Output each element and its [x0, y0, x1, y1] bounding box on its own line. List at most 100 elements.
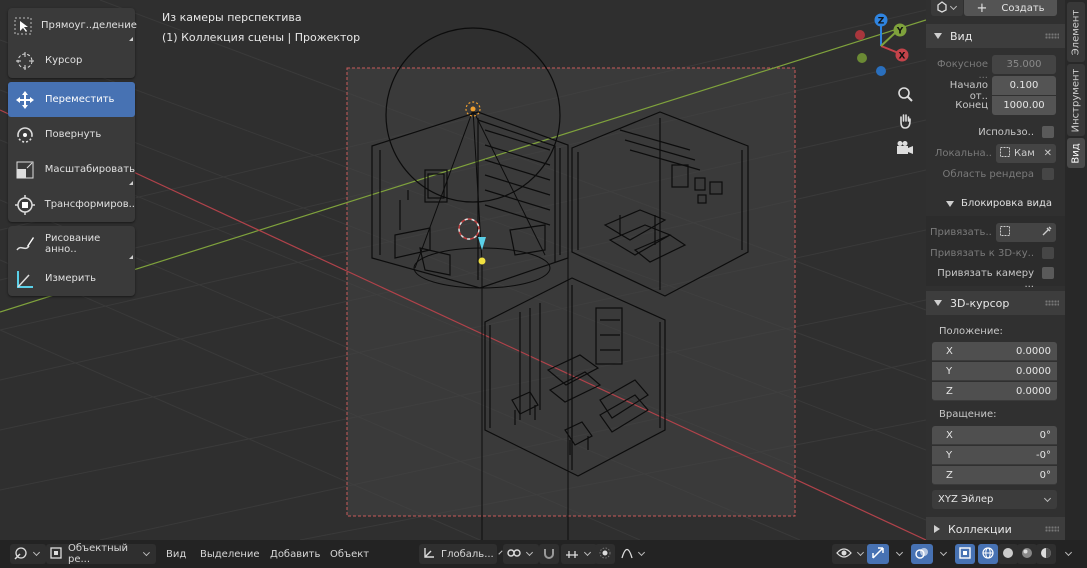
- select-box-icon: [14, 15, 32, 37]
- menu-select[interactable]: Выделение: [196, 544, 264, 564]
- view-lock-subpanel-header[interactable]: Блокировка вида: [946, 198, 1052, 209]
- tab-tool[interactable]: Инструмент: [1067, 64, 1085, 136]
- shading-material-button[interactable]: [1017, 544, 1037, 564]
- overlays-toggle[interactable]: [911, 544, 933, 564]
- eyedropper-icon[interactable]: [1042, 226, 1052, 239]
- gizmo-options-dropdown[interactable]: [887, 544, 909, 564]
- gizmo-neg-y-icon[interactable]: [857, 53, 867, 63]
- tool-scale[interactable]: Масштабировать: [8, 152, 135, 187]
- view-lock-title: Блокировка вида: [961, 198, 1053, 209]
- tool-annotate[interactable]: Рисование анно..: [8, 226, 135, 261]
- drag-grip-icon[interactable]: [1045, 33, 1059, 39]
- 3d-cursor-panel-header[interactable]: 3D-курсор: [926, 291, 1065, 315]
- tool-move[interactable]: Переместить: [8, 82, 135, 117]
- collapse-triangle-icon: [934, 33, 942, 39]
- pivot-link-icon: [507, 547, 521, 562]
- transform-orientation-select[interactable]: Глобаль...: [419, 544, 503, 564]
- view-panel-header[interactable]: Вид: [926, 24, 1065, 48]
- gizmo-x-label: X: [899, 52, 906, 62]
- overlays-options-dropdown[interactable]: [931, 544, 953, 564]
- chevron-down-icon: [949, 2, 957, 11]
- proportional-edit-toggle[interactable]: [595, 544, 615, 564]
- drag-grip-icon[interactable]: [1045, 300, 1059, 306]
- orientation-value: Глобаль...: [441, 548, 494, 560]
- xray-toggle[interactable]: [955, 544, 975, 564]
- snap-target-select[interactable]: [561, 544, 597, 564]
- collection-dropdown[interactable]: [931, 0, 963, 16]
- light-target-point[interactable]: [478, 257, 486, 265]
- collections-panel-header[interactable]: Коллекции: [926, 517, 1065, 541]
- tool-transform[interactable]: Трансформиров..: [8, 187, 135, 222]
- camera-view-icon[interactable]: [894, 137, 916, 159]
- use-local-camera-checkbox[interactable]: [1042, 126, 1054, 138]
- render-region-checkbox[interactable]: [1042, 168, 1054, 180]
- tab-view-label: Вид: [1070, 142, 1082, 164]
- rotation-label: Вращение:: [939, 409, 997, 420]
- shading-solid-button[interactable]: [998, 544, 1018, 564]
- location-z-field[interactable]: Z 0.0000: [932, 382, 1057, 401]
- rotation-z-field[interactable]: Z 0°: [932, 466, 1057, 485]
- clear-x-icon[interactable]: ✕: [1044, 148, 1052, 159]
- gizmo-neg-x-icon[interactable]: [855, 30, 865, 40]
- tab-tool-label: Инструмент: [1070, 68, 1082, 132]
- tool-cursor[interactable]: Курсор: [8, 43, 135, 78]
- pan-hand-icon[interactable]: [894, 110, 916, 132]
- annotate-icon: [14, 233, 36, 255]
- clip-start-field[interactable]: 0.100: [992, 76, 1056, 95]
- chevron-down-icon: [895, 548, 904, 557]
- tab-view[interactable]: Вид: [1067, 138, 1085, 168]
- rotation-x-field[interactable]: X 0°: [932, 426, 1057, 445]
- create-button[interactable]: + Создать: [964, 0, 1057, 16]
- scene-canvas[interactable]: [0, 0, 926, 540]
- location-x-field[interactable]: X 0.0000: [932, 342, 1057, 361]
- camera-frame: [346, 67, 796, 517]
- tool-label: Курсор: [45, 55, 83, 66]
- tool-options-corner-icon: [129, 255, 133, 259]
- snap-toggle[interactable]: [539, 544, 559, 564]
- navigation-gizmo[interactable]: Z Y X: [852, 10, 914, 80]
- chevron-down-icon: [637, 548, 646, 557]
- lock-to-cursor-checkbox[interactable]: [1042, 247, 1054, 259]
- shading-options-dropdown[interactable]: [1056, 544, 1078, 564]
- lock-to-object-field[interactable]: [996, 223, 1056, 242]
- lock-camera-checkbox[interactable]: [1042, 267, 1054, 279]
- visibility-select[interactable]: [832, 544, 870, 564]
- tool-measure[interactable]: Измерить: [8, 261, 135, 296]
- axis-value: -0°: [1036, 449, 1051, 461]
- clip-end-field[interactable]: 1000.00: [992, 96, 1056, 115]
- menu-add[interactable]: Добавить: [266, 544, 324, 564]
- tool-rotate[interactable]: Повернуть: [8, 117, 135, 152]
- axis-label: Z: [946, 469, 953, 481]
- plus-icon: +: [976, 0, 988, 16]
- move-icon: [14, 89, 36, 111]
- shading-wireframe-button[interactable]: [978, 544, 998, 564]
- snap-grid-icon: [565, 547, 579, 562]
- tool-shelf: Прямоуг..деление Курсор Переместить Пове…: [8, 8, 137, 300]
- tool-select-box[interactable]: Прямоуг..деление: [8, 8, 137, 43]
- focal-length-field[interactable]: 35.000: [992, 55, 1056, 74]
- 3d-viewport[interactable]: Из камеры перспектива (1) Коллекция сцен…: [0, 0, 926, 540]
- proportional-falloff-select[interactable]: [617, 544, 651, 564]
- pivot-point-select[interactable]: [503, 544, 539, 564]
- chevron-down-icon: [525, 548, 534, 557]
- object-mode-icon: [50, 546, 62, 562]
- chevron-down-icon: [1043, 494, 1052, 502]
- menu-object[interactable]: Объект: [326, 544, 373, 564]
- zoom-icon[interactable]: [894, 83, 916, 105]
- local-camera-field[interactable]: Кам ✕: [996, 144, 1056, 163]
- menu-view[interactable]: Вид: [162, 544, 190, 564]
- tab-item[interactable]: Элемент: [1067, 2, 1085, 62]
- interaction-mode-select[interactable]: Объектный ре...: [46, 543, 156, 565]
- chevron-down-icon: [143, 549, 151, 556]
- tool-label: Измерить: [45, 273, 97, 284]
- rotation-y-field[interactable]: Y -0°: [932, 446, 1057, 465]
- gizmo-toggle[interactable]: [867, 544, 889, 564]
- rotation-mode-select[interactable]: XYZ Эйлер: [932, 490, 1057, 509]
- gizmo-neg-z-icon[interactable]: [876, 66, 886, 76]
- editor-type-button[interactable]: [10, 544, 46, 564]
- shading-rendered-button[interactable]: [1036, 544, 1056, 564]
- 3d-viewport-icon: [14, 546, 28, 563]
- location-y-field[interactable]: Y 0.0000: [932, 362, 1057, 381]
- focal-length-label: Фокусное ...: [937, 59, 988, 81]
- drag-grip-icon[interactable]: [1045, 526, 1059, 532]
